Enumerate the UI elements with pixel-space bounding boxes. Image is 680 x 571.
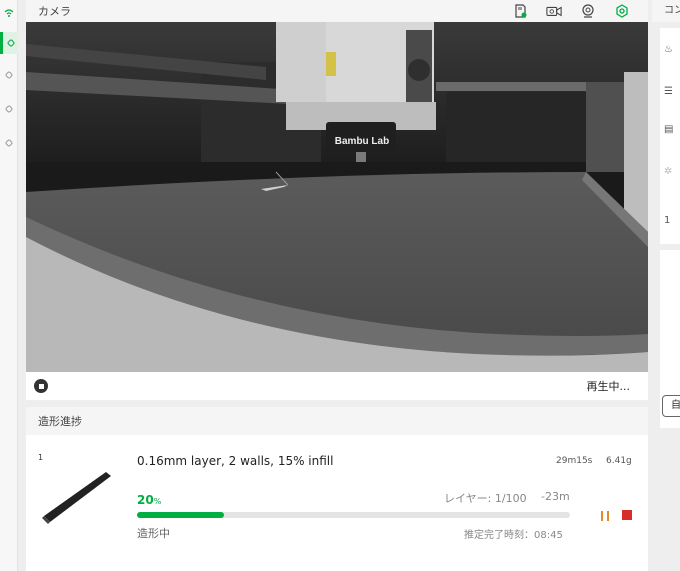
stop-print-button[interactable] <box>622 510 632 520</box>
progress-header: 造形進捗 <box>26 407 648 435</box>
progress-percent: 20% <box>137 493 161 507</box>
control-card <box>660 28 680 244</box>
camera-title: カメラ <box>38 5 71 18</box>
control-header: コン <box>652 0 680 22</box>
print-status: 造形中 <box>137 527 170 540</box>
job-name: 0.16mm layer, 2 walls, 15% infill <box>137 454 334 468</box>
filament-weight: 6.41g <box>606 456 632 466</box>
fan-icon[interactable]: ✲ <box>664 166 672 177</box>
nav-dot-icon <box>6 38 15 48</box>
stop-square-icon <box>38 383 44 389</box>
layer-count: レイヤー: 1/100 <box>444 492 527 505</box>
pause-button[interactable] <box>599 510 611 522</box>
pause-bar-icon <box>601 511 603 521</box>
nav-dot-icon <box>4 70 14 80</box>
plate-number: 1 <box>38 453 44 462</box>
video-camera-icon[interactable] <box>546 3 562 19</box>
stop-stream-button[interactable] <box>34 379 48 393</box>
brand-label: Bambu Lab <box>335 136 389 147</box>
pause-bar-icon <box>607 511 609 521</box>
nav-dot-icon <box>4 138 14 148</box>
progress-bar <box>137 512 570 518</box>
percent-sign: % <box>153 497 162 506</box>
model-thumbnail <box>42 472 111 524</box>
nav-dot-icon <box>4 104 14 114</box>
webcam-icon[interactable] <box>580 3 596 19</box>
camera-live-view: Bambu Lab <box>26 22 648 372</box>
auto-button[interactable]: 自 <box>662 395 680 417</box>
sd-card-icon[interactable] <box>512 3 528 19</box>
percent-value: 20 <box>137 493 154 507</box>
camera-header: カメラ <box>26 0 648 22</box>
estimated-finish: 推定完了時刻：08:45 <box>464 530 563 541</box>
nav-item-device[interactable] <box>0 32 18 54</box>
nav-item-3[interactable] <box>0 98 18 120</box>
bed-icon[interactable]: ☰ <box>664 86 673 97</box>
chamber-icon[interactable]: ▤ <box>664 124 673 135</box>
temperature-icon[interactable]: ♨ <box>664 44 673 55</box>
play-status: 再生中... <box>586 380 631 393</box>
progress-bar-fill <box>137 512 224 518</box>
camera-toolbar <box>512 0 648 22</box>
playback-bar: 再生中... <box>26 372 648 400</box>
camera-frame-image: Bambu Lab <box>26 22 648 372</box>
left-nav <box>0 0 18 571</box>
print-time: 29m15s <box>556 456 593 466</box>
nav-item-4[interactable] <box>0 132 18 154</box>
control-value: 1 <box>664 215 671 226</box>
nav-item-2[interactable] <box>0 64 18 86</box>
wifi-icon[interactable] <box>0 2 18 24</box>
settings-gear-icon[interactable] <box>614 3 630 19</box>
control-panel: コン ♨ ☰ ▤ ✲ 1 自 <box>652 0 680 571</box>
time-remaining: -23m <box>541 490 570 503</box>
print-progress-panel: 造形進捗 1 0.16mm layer, 2 walls, 15% infill… <box>26 407 648 571</box>
